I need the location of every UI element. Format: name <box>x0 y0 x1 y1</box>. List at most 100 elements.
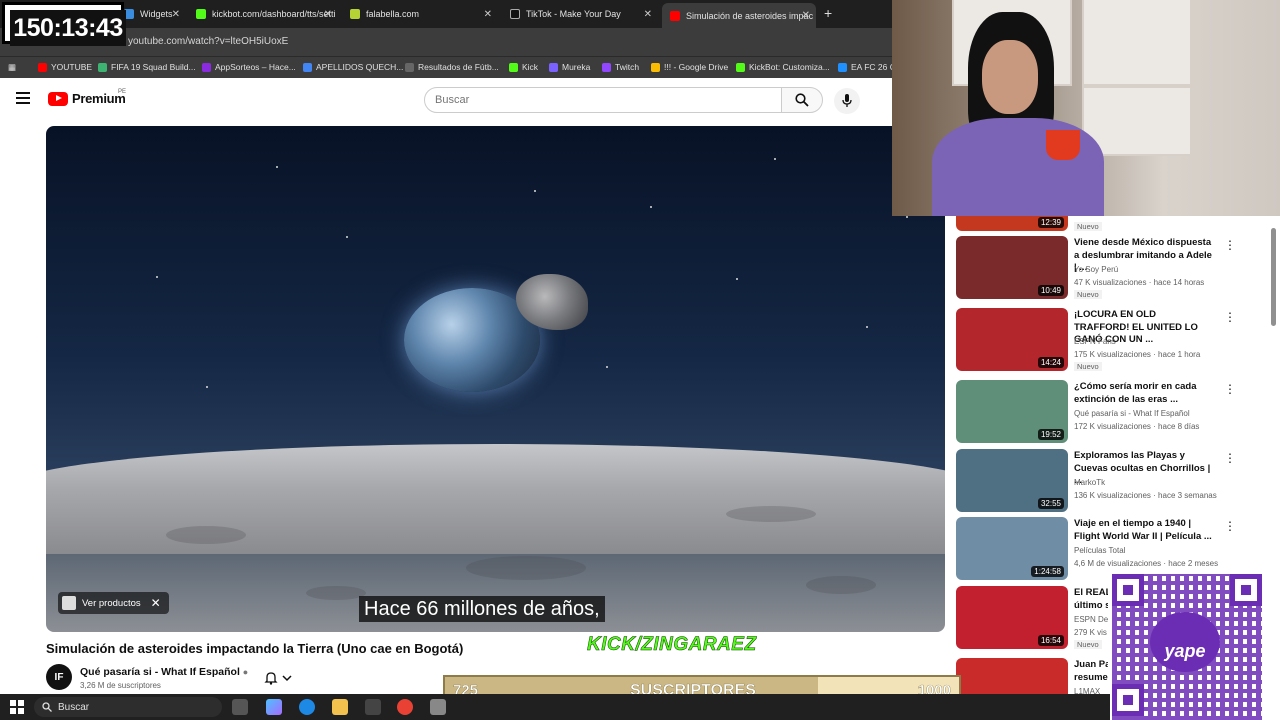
windows-start-icon[interactable] <box>10 700 24 714</box>
recommendation-item[interactable]: 32:55 Exploramos las Playas y Cuevas ocu… <box>956 449 1276 513</box>
menu-icon[interactable] <box>16 92 30 104</box>
video-player[interactable] <box>46 126 945 632</box>
bookmark-appsorteos[interactable]: AppSorteos – Hace... <box>202 62 296 72</box>
close-tab-icon[interactable]: ✕ <box>644 9 652 20</box>
new-tab-icon[interactable]: + <box>824 5 832 21</box>
notifications-bell-button[interactable] <box>264 668 304 688</box>
bookmark-youtube[interactable]: YOUTUBE <box>38 62 92 72</box>
taskbar-search[interactable]: Buscar <box>34 697 222 717</box>
edge-icon[interactable] <box>299 699 315 715</box>
copilot-icon[interactable] <box>266 699 282 715</box>
voice-search-button[interactable] <box>834 88 860 114</box>
search-button[interactable] <box>781 87 823 113</box>
duration-badge: 10:49 <box>1037 285 1064 296</box>
timer-text: 150:13:43 <box>10 10 126 46</box>
kick-channel-tag: KICK/ZINGARAEZ <box>587 634 757 656</box>
duration-badge: 12:39 <box>1037 217 1064 228</box>
channel-name: Qué pasaría si - What If Español <box>1074 409 1190 418</box>
close-tab-icon[interactable]: ✕ <box>484 9 492 20</box>
bookmark-google-drive[interactable]: !!! - Google Drive <box>651 62 728 72</box>
close-icon[interactable]: ✕ <box>151 596 161 610</box>
youtube-header: Premium PE <box>0 78 892 122</box>
recommendation-item[interactable]: 14:24 ¡LOCURA EN OLD TRAFFORD! EL UNITED… <box>956 308 1276 372</box>
bookmark-icon <box>405 62 414 72</box>
scrollbar[interactable] <box>1271 228 1276 326</box>
duration-badge: 16:54 <box>1037 635 1064 646</box>
video-thumbnail: 19:52 <box>956 380 1068 443</box>
bookmark-icon <box>838 62 847 72</box>
duration-badge: 32:55 <box>1037 498 1064 509</box>
bookmark-icon <box>736 62 745 72</box>
more-options-icon[interactable]: ⋮ <box>1224 382 1236 396</box>
video-thumbnail: 10:49 <box>956 236 1068 299</box>
new-badge: Nuevo <box>1074 362 1102 371</box>
falabella-favicon-icon <box>350 9 360 19</box>
tab-tiktok[interactable]: TikTok - Make Your Day ✕ <box>502 3 658 25</box>
chrome-icon[interactable] <box>397 699 413 715</box>
app-icon[interactable] <box>430 699 446 715</box>
bookmark-label: YOUTUBE <box>51 62 93 72</box>
more-options-icon[interactable]: ⋮ <box>1224 519 1236 533</box>
video-thumbnail: 32:55 <box>956 449 1068 512</box>
search-box <box>424 87 782 113</box>
apps-grid-icon[interactable]: ▦ <box>8 62 16 73</box>
bookmark-icon <box>509 62 518 72</box>
video-meta: 279 K vis <box>1074 628 1107 637</box>
tab-falabella[interactable]: falabella.com ✕ <box>342 3 498 25</box>
channel-name: Películas Total <box>1074 546 1126 555</box>
channel-name[interactable]: Qué pasaría si - What If Español ● <box>80 666 248 678</box>
bookmark-mureka[interactable]: Mureka <box>549 62 590 72</box>
video-thumbnail: 14:24 <box>956 308 1068 371</box>
bookmark-apellidos[interactable]: APELLIDOS QUECH... <box>303 62 403 72</box>
region-code: PE <box>118 89 127 95</box>
video-title: El REAL último s <box>1074 587 1112 611</box>
screen: Widgets ✕ kickbot.com/dashboard/tts/sett… <box>0 0 1280 720</box>
close-tab-icon[interactable]: ✕ <box>802 10 810 21</box>
bookmark-icon <box>549 62 558 72</box>
kick-favicon-icon <box>196 9 206 19</box>
recommendation-item[interactable]: 10:49 Viene desde México dispuesta a des… <box>956 236 1276 300</box>
bookmark-label: !!! - Google Drive <box>664 62 729 72</box>
recommendation-item[interactable]: 19:52 ¿Cómo sería morir en cada extinció… <box>956 380 1276 444</box>
view-products-button[interactable]: Ver productos ✕ <box>58 592 169 614</box>
channel-name: MarkoTk <box>1074 478 1106 487</box>
bookmark-fifa[interactable]: FIFA 19 Squad Build... <box>98 62 196 72</box>
bookmark-label: Mureka <box>562 62 591 72</box>
youtube-logo[interactable]: Premium <box>48 91 126 106</box>
bookmark-label: Kick <box>522 62 539 72</box>
tab-youtube-active[interactable]: Simulación de asteroides impac ✕ <box>662 3 816 28</box>
tab-kickbot[interactable]: kickbot.com/dashboard/tts/setti ✕ <box>188 3 338 25</box>
bookmark-label: FIFA 19 Squad Build... <box>111 62 196 72</box>
video-meta: 175 K visualizaciones · hace 1 hora <box>1074 350 1201 359</box>
video-meta: 4,6 M de visualizaciones · hace 2 meses <box>1074 559 1219 568</box>
products-label: Ver productos <box>82 597 141 609</box>
bookmark-label: AppSorteos – Hace... <box>215 62 296 72</box>
tab-widgets[interactable]: Widgets ✕ <box>116 3 186 25</box>
bookmark-twitch[interactable]: Twitch <box>602 62 639 72</box>
search-input[interactable] <box>425 88 781 112</box>
bookmark-resultados[interactable]: Resultados de Fútb... <box>405 62 499 72</box>
file-explorer-icon[interactable] <box>332 699 348 715</box>
url-text[interactable]: youtube.com/watch?v=lteOH5iUoxE <box>128 36 288 47</box>
youtube-favicon-icon <box>670 10 680 21</box>
channel-name-text: Qué pasaría si - What If Español <box>80 666 240 678</box>
more-options-icon[interactable]: ⋮ <box>1224 451 1236 465</box>
channel-subscribers: 3,26 M de suscriptores <box>80 681 161 690</box>
search-icon <box>795 93 809 107</box>
more-options-icon[interactable]: ⋮ <box>1224 310 1236 324</box>
channel-avatar[interactable]: IF <box>46 664 72 690</box>
qr-finder <box>1112 574 1144 606</box>
video-title: Viaje en el tiempo a 1940 | Flight World… <box>1074 518 1212 542</box>
more-options-icon[interactable]: ⋮ <box>1224 238 1236 252</box>
verified-icon: ● <box>242 667 249 677</box>
webcam-overlay <box>892 0 1280 216</box>
bookmark-icon <box>38 62 47 72</box>
duration-badge: 19:52 <box>1037 429 1064 440</box>
bookmark-kick[interactable]: Kick <box>509 62 538 72</box>
app-icon[interactable] <box>365 699 381 715</box>
bookmark-kickbot[interactable]: KickBot: Customiza... <box>736 62 830 72</box>
close-tab-icon[interactable]: ✕ <box>324 9 332 20</box>
video-thumbnail: 16:54 <box>956 586 1068 649</box>
task-view-icon[interactable] <box>232 699 248 715</box>
close-tab-icon[interactable]: ✕ <box>172 9 180 20</box>
